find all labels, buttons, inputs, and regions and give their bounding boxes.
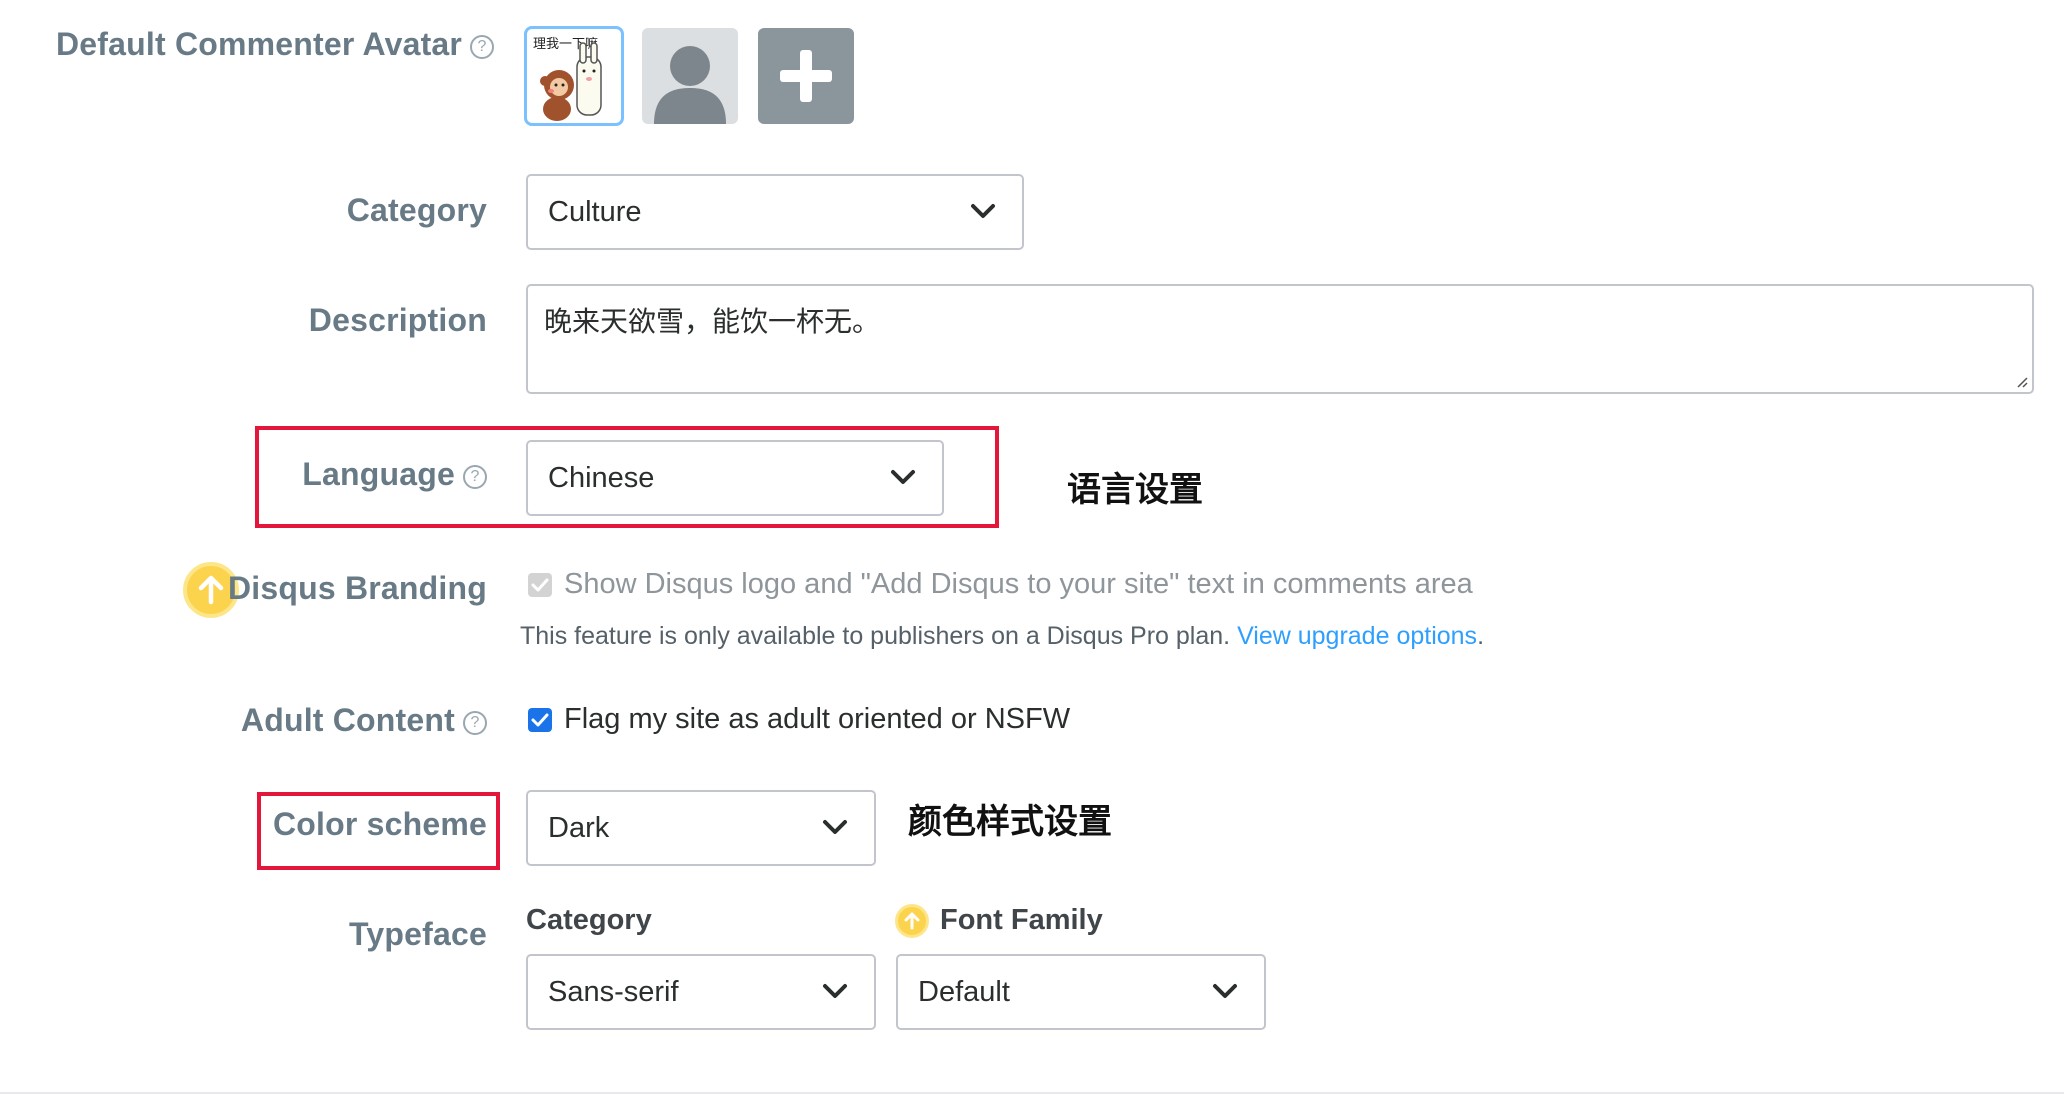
avatar-label-text: Default Commenter Avatar	[56, 26, 463, 62]
color-scheme-select[interactable]: Dark	[526, 790, 876, 866]
typeface-label: Typeface	[349, 916, 487, 952]
section-divider	[0, 1092, 2064, 1094]
chevron-down-icon	[1213, 984, 1237, 998]
avatar-option-default[interactable]	[642, 28, 738, 124]
description-textarea[interactable]: 晚来天欲雪，能饮一杯无。	[526, 284, 2034, 394]
adult-checkbox-text: Flag my site as adult oriented or NSFW	[564, 703, 1071, 735]
font-family-value: Default	[918, 976, 1010, 1008]
upgrade-icon[interactable]	[895, 904, 929, 938]
branding-checkbox-text: Show Disqus logo and "Add Disqus to your…	[564, 568, 1473, 600]
avatar-label: Default Commenter Avatar?	[56, 26, 495, 63]
typeface-category-label: Category	[526, 904, 652, 936]
color-scheme-select-value: Dark	[548, 812, 610, 844]
adult-label: Adult Content?	[200, 702, 487, 739]
adult-label-text: Adult Content	[240, 702, 455, 738]
category-label: Category	[346, 192, 487, 228]
font-family-select[interactable]: Default	[896, 954, 1266, 1030]
plus-icon	[780, 50, 832, 102]
description-label: Description	[308, 302, 487, 338]
typeface-category-value: Sans-serif	[548, 976, 679, 1008]
default-user-icon	[654, 46, 726, 124]
monkey-rabbit-illustration	[540, 42, 602, 121]
help-icon[interactable]: ?	[463, 465, 487, 489]
branding-note-text: This feature is only available to publis…	[520, 622, 1231, 650]
help-icon[interactable]: ?	[470, 35, 495, 59]
branding-note-end: .	[1477, 622, 1485, 650]
language-select[interactable]: Chinese	[526, 440, 944, 516]
language-annotation: 语言设置	[1067, 470, 1203, 510]
language-label-text: Language	[302, 456, 455, 492]
font-family-label: Font Family	[940, 904, 1103, 936]
color-scheme-annotation: 颜色样式设置	[908, 802, 1112, 842]
color-scheme-label: Color scheme	[272, 806, 487, 842]
checkmark-icon	[531, 713, 549, 727]
chevron-down-icon	[823, 820, 847, 834]
arrow-up-icon	[904, 912, 920, 930]
help-icon[interactable]: ?	[463, 711, 487, 735]
checkmark-icon	[531, 578, 549, 592]
view-upgrade-options-link[interactable]: View upgrade options	[1237, 622, 1477, 650]
resize-handle-icon[interactable]	[2014, 374, 2028, 388]
category-select[interactable]: Culture	[526, 174, 1024, 250]
typeface-category-select[interactable]: Sans-serif	[526, 954, 876, 1030]
add-avatar-button[interactable]	[758, 28, 854, 124]
branding-checkbox	[528, 573, 552, 597]
adult-checkbox[interactable]	[528, 708, 552, 732]
avatar-option-custom[interactable]: 理我一下嘛	[524, 26, 624, 126]
language-select-value: Chinese	[548, 462, 655, 494]
branding-note: This feature is only available to publis…	[520, 622, 1484, 651]
language-label: Language?	[200, 456, 487, 493]
chevron-down-icon	[971, 204, 995, 218]
chevron-down-icon	[891, 470, 915, 484]
branding-label: Disqus Branding	[227, 570, 487, 606]
description-value: 晚来天欲雪，能饮一杯无。	[544, 305, 881, 338]
chevron-down-icon	[823, 984, 847, 998]
category-select-value: Culture	[548, 196, 642, 228]
